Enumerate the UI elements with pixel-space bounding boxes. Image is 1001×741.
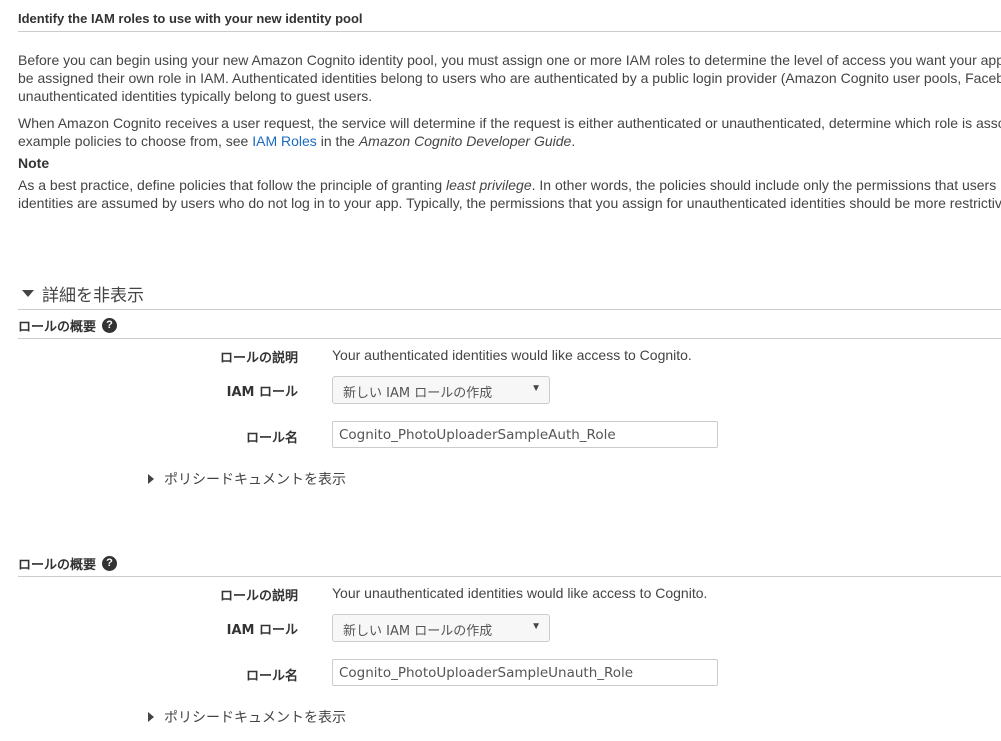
page-title: Identify the IAM roles to use with your … xyxy=(18,11,1001,32)
hide-details-label: 詳細を非表示 xyxy=(42,286,144,306)
intro-text: . xyxy=(571,133,576,149)
role-summary-unauthenticated: ロールの概要 ? ロールの説明 Your unauthenticated ide… xyxy=(18,554,1001,734)
note-text: identities are assumed by users who do n… xyxy=(18,195,1001,211)
iam-role-label: IAM ロール xyxy=(226,385,298,400)
role-description-label: ロールの説明 xyxy=(219,351,298,366)
role-name-label: ロール名 xyxy=(245,669,298,684)
role-description-value: Your authenticated identities would like… xyxy=(332,347,692,363)
note-text: As a best practice, define policies that… xyxy=(18,176,1001,194)
show-policy-document-toggle[interactable]: ポリシードキュメントを表示 xyxy=(148,707,346,727)
note-text: . In other words, the policies should in… xyxy=(531,177,1001,193)
intro-text: example policies to choose from, see xyxy=(18,133,253,149)
note-paragraph: As a best practice, define policies that… xyxy=(18,176,1001,212)
role-name-input[interactable] xyxy=(332,421,718,448)
least-privilege-term: least privilege xyxy=(446,177,532,193)
intro-text: Before you can begin using your new Amaz… xyxy=(18,52,1001,68)
role-description-label: ロールの説明 xyxy=(219,589,298,604)
intro-paragraph-2: When Amazon Cognito receives a user requ… xyxy=(18,114,1001,150)
iam-role-select[interactable]: 新しい IAM ロールの作成 ▼ xyxy=(332,376,550,404)
dropdown-arrow-icon: ▼ xyxy=(531,383,541,394)
note-heading: Note xyxy=(18,155,50,171)
note-text: As a best practice, define policies that… xyxy=(18,177,447,193)
help-circle-icon[interactable]: ? xyxy=(102,556,118,571)
developer-guide-title: Amazon Cognito Developer Guide xyxy=(358,133,572,149)
show-policy-document-toggle[interactable]: ポリシードキュメントを表示 xyxy=(148,469,346,489)
role-summary-authenticated: ロールの概要 ? ロールの説明 Your authenticated ident… xyxy=(18,316,1001,496)
iam-role-selected-value: 新しい IAM ロールの作成 xyxy=(343,624,493,639)
iam-role-label: IAM ロール xyxy=(226,623,298,638)
iam-role-selected-value: 新しい IAM ロールの作成 xyxy=(343,386,493,401)
role-summary-header: ロールの概要 ? xyxy=(18,316,1001,339)
intro-text: be assigned their own role in IAM. Authe… xyxy=(18,70,1001,86)
intro-text: example policies to choose from, see IAM… xyxy=(18,132,1001,150)
role-summary-title: ロールの概要 xyxy=(18,558,97,573)
hide-details-toggle[interactable]: 詳細を非表示 xyxy=(18,281,1001,310)
caret-right-icon xyxy=(148,474,154,484)
role-name-input[interactable] xyxy=(332,659,718,686)
intro-text: unauthenticated identities typically bel… xyxy=(18,88,373,104)
intro-text: When Amazon Cognito receives a user requ… xyxy=(18,115,1001,131)
help-circle-icon[interactable]: ? xyxy=(102,318,118,333)
dropdown-arrow-icon: ▼ xyxy=(531,621,541,632)
role-name-label: ロール名 xyxy=(245,431,298,446)
caret-right-icon xyxy=(148,712,154,722)
intro-text: in the xyxy=(316,133,359,149)
role-summary-header: ロールの概要 ? xyxy=(18,554,1001,577)
iam-roles-link[interactable]: IAM Roles xyxy=(252,133,317,149)
caret-down-icon xyxy=(22,290,34,297)
role-summary-title: ロールの概要 xyxy=(18,320,97,335)
show-policy-document-label: ポリシードキュメントを表示 xyxy=(164,710,346,726)
show-policy-document-label: ポリシードキュメントを表示 xyxy=(164,472,346,488)
role-description-value: Your unauthenticated identities would li… xyxy=(332,585,708,601)
intro-paragraph-1: Before you can begin using your new Amaz… xyxy=(18,51,1001,105)
iam-role-select[interactable]: 新しい IAM ロールの作成 ▼ xyxy=(332,614,550,642)
